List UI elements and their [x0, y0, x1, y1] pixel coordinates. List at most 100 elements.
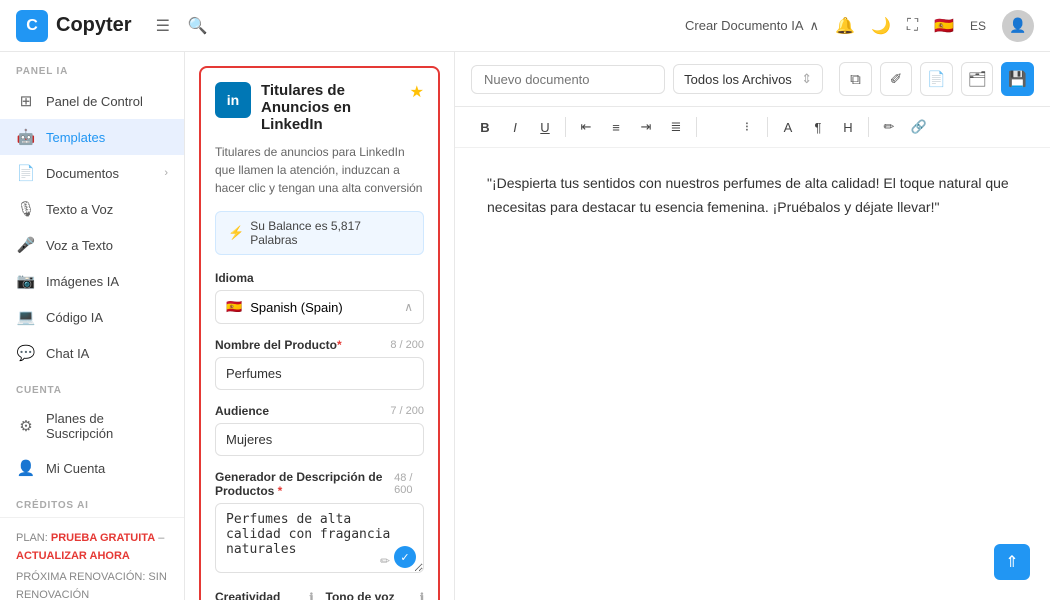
files-chevron-icon: ⇕: [801, 71, 812, 87]
sidebar-item-imagenes-ia[interactable]: 📷 Imágenes IA: [0, 263, 184, 299]
idioma-group: Idioma 🇪🇸 Spanish (Spain) ∧: [215, 271, 424, 324]
star-icon[interactable]: ★: [410, 82, 424, 102]
plan-free-link[interactable]: PRUEBA GRATUITA: [51, 532, 155, 544]
sidebar-item-planes[interactable]: ⚙ Planes de Suscripción: [0, 402, 184, 450]
format-align-left[interactable]: ⇤: [572, 113, 600, 141]
format-heading[interactable]: H: [834, 113, 862, 141]
sidebar-item-documentos[interactable]: 📄 Documentos ›: [0, 155, 184, 191]
topbar: C Copyter ☰ 🔍 Crear Documento IA ∧ 🔔 🌙 ⛶…: [0, 0, 1050, 52]
scroll-to-top-btn[interactable]: ⇑: [994, 544, 1030, 580]
copy-icon: ⧉: [850, 71, 861, 88]
editor-text: "¡Despierta tus sentidos con nuestros pe…: [487, 172, 1018, 220]
sidebar-item-voz-a-texto[interactable]: 🎤 Voz a Texto: [0, 227, 184, 263]
plan-sep: –: [155, 532, 164, 544]
toolbar-action-doc[interactable]: 📄: [920, 62, 953, 96]
save-icon: 💾: [1008, 70, 1027, 88]
crear-label: Crear Documento IA: [685, 18, 804, 33]
plan-info: PLAN: PRUEBA GRATUITA – ACTUALIZAR AHORA: [16, 530, 168, 565]
generador-count: 48 / 600: [394, 472, 424, 496]
left-panel: in Titulares de Anuncios en LinkedIn ★ T…: [185, 52, 455, 600]
dark-mode-icon[interactable]: 🌙: [871, 16, 891, 36]
crear-documento-btn[interactable]: Crear Documento IA ∧: [685, 18, 819, 34]
generador-label: Generador de Descripción de Productos * …: [215, 470, 424, 498]
toolbar-action-save[interactable]: 💾: [1001, 62, 1034, 96]
right-panel: Todos los Archivos ⇕ ⧉ ✐ 📄 🗂 💾 B I: [455, 52, 1050, 600]
idioma-select-box[interactable]: 🇪🇸 Spanish (Spain) ∧: [216, 291, 423, 323]
check-icon[interactable]: ✓: [394, 546, 416, 568]
nombre-producto-group: Nombre del Producto* 8 / 200: [215, 338, 424, 390]
editor-area[interactable]: "¡Despierta tus sentidos con nuestros pe…: [455, 148, 1050, 600]
topbar-right: Crear Documento IA ∧ 🔔 🌙 ⛶ 🇪🇸 ES 👤: [685, 10, 1034, 42]
sidebar-section-panel-ia: PANEL IA: [0, 52, 184, 83]
sidebar-label-voz-a-texto: Voz a Texto: [46, 238, 168, 253]
editor-toolbar: Todos los Archivos ⇕ ⧉ ✐ 📄 🗂 💾: [455, 52, 1050, 107]
format-align-center[interactable]: ≡: [602, 113, 630, 141]
fmt-divider-1: [565, 117, 566, 137]
sidebar-item-codigo-ia[interactable]: 💻 Código IA: [0, 299, 184, 335]
notification-icon[interactable]: 🔔: [835, 16, 855, 36]
sidebar-item-mi-cuenta[interactable]: 👤 Mi Cuenta: [0, 450, 184, 486]
flag-icon: 🇪🇸: [934, 16, 954, 36]
sidebar-item-texto-a-voz[interactable]: 🎙 Texto a Voz: [0, 191, 184, 227]
format-outdent[interactable]: A: [774, 113, 802, 141]
plan-update-link[interactable]: ACTUALIZAR AHORA: [16, 550, 130, 562]
format-list-ul[interactable]: ⁝: [733, 113, 761, 141]
doc-name-input[interactable]: [471, 65, 665, 94]
pencil-icon[interactable]: ✏: [380, 554, 390, 568]
menu-icon[interactable]: ☰: [156, 16, 170, 36]
template-description: Titulares de anuncios para LinkedIn que …: [215, 143, 424, 197]
idioma-label: Idioma: [215, 271, 424, 285]
account-icon: 👤: [16, 459, 36, 477]
sidebar-label-chat-ia: Chat IA: [46, 346, 168, 361]
format-bar: B I U ⇤ ≡ ⇥ ≣ ⁣ ⁝ A ¶ H ✏ 🔗: [455, 107, 1050, 148]
main-layout: PANEL IA ⊞ Panel de Control 🤖 Templates …: [0, 52, 1050, 600]
chat-icon: 💬: [16, 344, 36, 362]
stack-icon: 🗂: [968, 70, 987, 88]
sidebar-label-planes: Planes de Suscripción: [46, 411, 168, 441]
plan-text-label: PLAN:: [16, 532, 51, 544]
sidebar-label-panel-control: Panel de Control: [46, 94, 168, 109]
nombre-producto-input[interactable]: [215, 357, 424, 390]
format-indent[interactable]: ¶: [804, 113, 832, 141]
generador-textarea-wrapper: Perfumes de alta calidad con fragancia n…: [215, 503, 424, 576]
audience-count: 7 / 200: [390, 405, 424, 417]
files-select[interactable]: Todos los Archivos ⇕: [673, 64, 823, 94]
sidebar-section-creditos: CRÉDITOS AI: [0, 486, 184, 517]
logo: C Copyter: [16, 10, 132, 42]
avatar[interactable]: 👤: [1002, 10, 1034, 42]
toolbar-action-stack[interactable]: 🗂: [961, 62, 994, 96]
format-brush[interactable]: ✏: [875, 113, 903, 141]
format-align-right[interactable]: ⇥: [632, 113, 660, 141]
sidebar-item-chat-ia[interactable]: 💬 Chat IA: [0, 335, 184, 371]
edit-icon: ✐: [890, 70, 903, 88]
format-italic[interactable]: I: [501, 113, 529, 141]
creatividad-group: Creatividad ℹ Media ⇕: [215, 590, 314, 600]
format-align-justify[interactable]: ≣: [662, 113, 690, 141]
toolbar-action-copy[interactable]: ⧉: [839, 62, 872, 96]
plans-icon: ⚙: [16, 417, 36, 435]
search-icon[interactable]: 🔍: [188, 16, 208, 36]
sidebar-item-panel-control[interactable]: ⊞ Panel de Control: [0, 83, 184, 119]
sidebar: PANEL IA ⊞ Panel de Control 🤖 Templates …: [0, 52, 185, 600]
audience-group: Audience 7 / 200: [215, 404, 424, 456]
creatividad-tono-row: Creatividad ℹ Media ⇕ Tono de voz ℹ Casu…: [215, 590, 424, 600]
idioma-select[interactable]: 🇪🇸 Spanish (Spain) ∧: [215, 290, 424, 324]
nombre-producto-label: Nombre del Producto* 8 / 200: [215, 338, 424, 352]
tts-icon: 🎙: [16, 200, 36, 218]
format-bold[interactable]: B: [471, 113, 499, 141]
editor-content: "¡Despierta tus sentidos con nuestros pe…: [487, 172, 1018, 220]
code-icon: 💻: [16, 308, 36, 326]
creatividad-info-icon: ℹ: [309, 591, 313, 600]
grid-icon: ⊞: [16, 92, 36, 110]
format-underline[interactable]: U: [531, 113, 559, 141]
toolbar-action-edit[interactable]: ✐: [880, 62, 913, 96]
sidebar-label-mi-cuenta: Mi Cuenta: [46, 461, 168, 476]
fullscreen-icon[interactable]: ⛶: [907, 17, 918, 35]
format-list-ol[interactable]: ⁣: [703, 113, 731, 141]
generador-textarea[interactable]: Perfumes de alta calidad con fragancia n…: [215, 503, 424, 573]
idioma-value: Spanish (Spain): [250, 300, 343, 315]
format-link[interactable]: 🔗: [905, 113, 933, 141]
audience-input[interactable]: [215, 423, 424, 456]
sidebar-item-templates[interactable]: 🤖 Templates: [0, 119, 184, 155]
linkedin-icon: in: [215, 82, 251, 118]
